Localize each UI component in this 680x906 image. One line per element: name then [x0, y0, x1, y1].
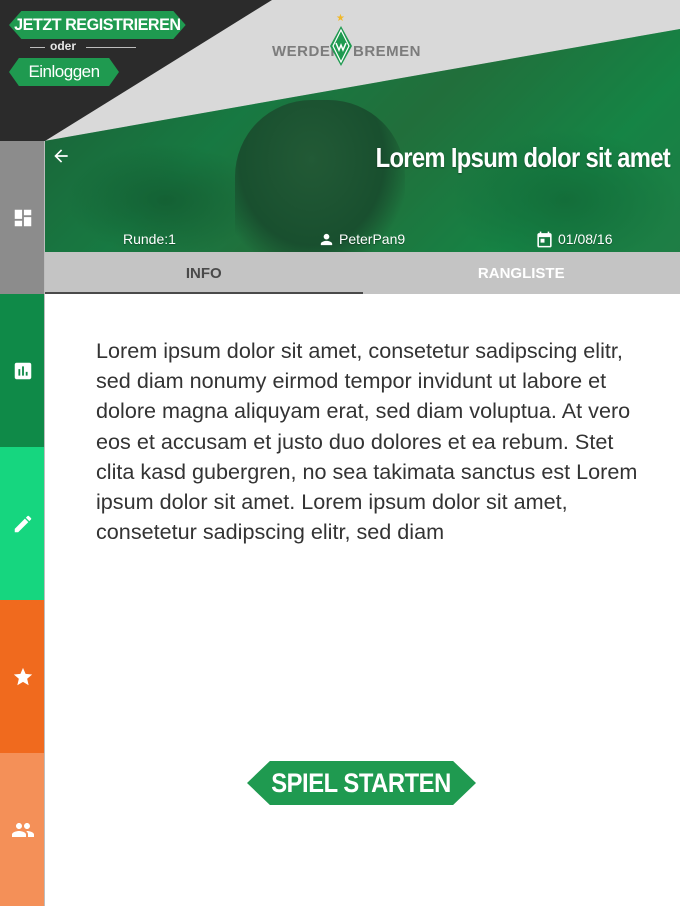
person-icon	[320, 233, 333, 245]
page-title: Lorem Ipsum dolor sit amet	[375, 142, 671, 173]
calendar-icon	[537, 231, 552, 247]
pencil-icon	[14, 515, 31, 532]
sidebar-item-dashboard[interactable]	[0, 141, 45, 294]
start-game-button[interactable]: SPIEL STARTEN	[247, 761, 476, 805]
werder-bremen-logo: ★ WERDER BREMEN	[272, 13, 421, 68]
or-label: oder	[50, 39, 77, 53]
bar-chart-icon	[14, 362, 31, 379]
tab-rangliste[interactable]: RANGLISTE	[363, 252, 680, 294]
username-label: PeterPan9	[339, 231, 406, 247]
sidebar-divider	[44, 141, 45, 906]
sidebar-item-edit[interactable]	[0, 447, 45, 600]
sidebar-item-stats[interactable]	[0, 294, 45, 447]
star-icon	[13, 667, 32, 685]
or-separator: oder	[30, 39, 136, 54]
people-icon	[11, 822, 34, 837]
tab-info[interactable]: INFO	[45, 252, 363, 294]
register-button[interactable]: JETZT REGISTRIEREN	[9, 11, 186, 39]
sidebar-item-community[interactable]	[0, 753, 45, 906]
login-button[interactable]: Einloggen	[9, 58, 119, 86]
info-text: Lorem ipsum dolor sit amet, consetetur s…	[96, 338, 638, 545]
round-info: Runde:1	[123, 230, 176, 248]
round-label: Runde:1	[123, 231, 176, 247]
tab-bar: INFO RANGLISTE	[45, 252, 680, 294]
start-game-label: SPIEL STARTEN	[271, 767, 452, 798]
diamond-crest-icon	[330, 26, 352, 66]
logo-text-right: BREMEN	[353, 43, 422, 60]
sidebar	[0, 141, 45, 906]
date-label: 01/08/16	[558, 231, 613, 247]
sidebar-item-favorites[interactable]	[0, 600, 45, 753]
date-info: 01/08/16	[535, 230, 613, 248]
star-icon: ★	[336, 13, 345, 24]
dashboard-icon	[14, 209, 31, 226]
user-info: PeterPan9	[318, 230, 405, 248]
back-arrow-icon[interactable]	[51, 146, 71, 166]
